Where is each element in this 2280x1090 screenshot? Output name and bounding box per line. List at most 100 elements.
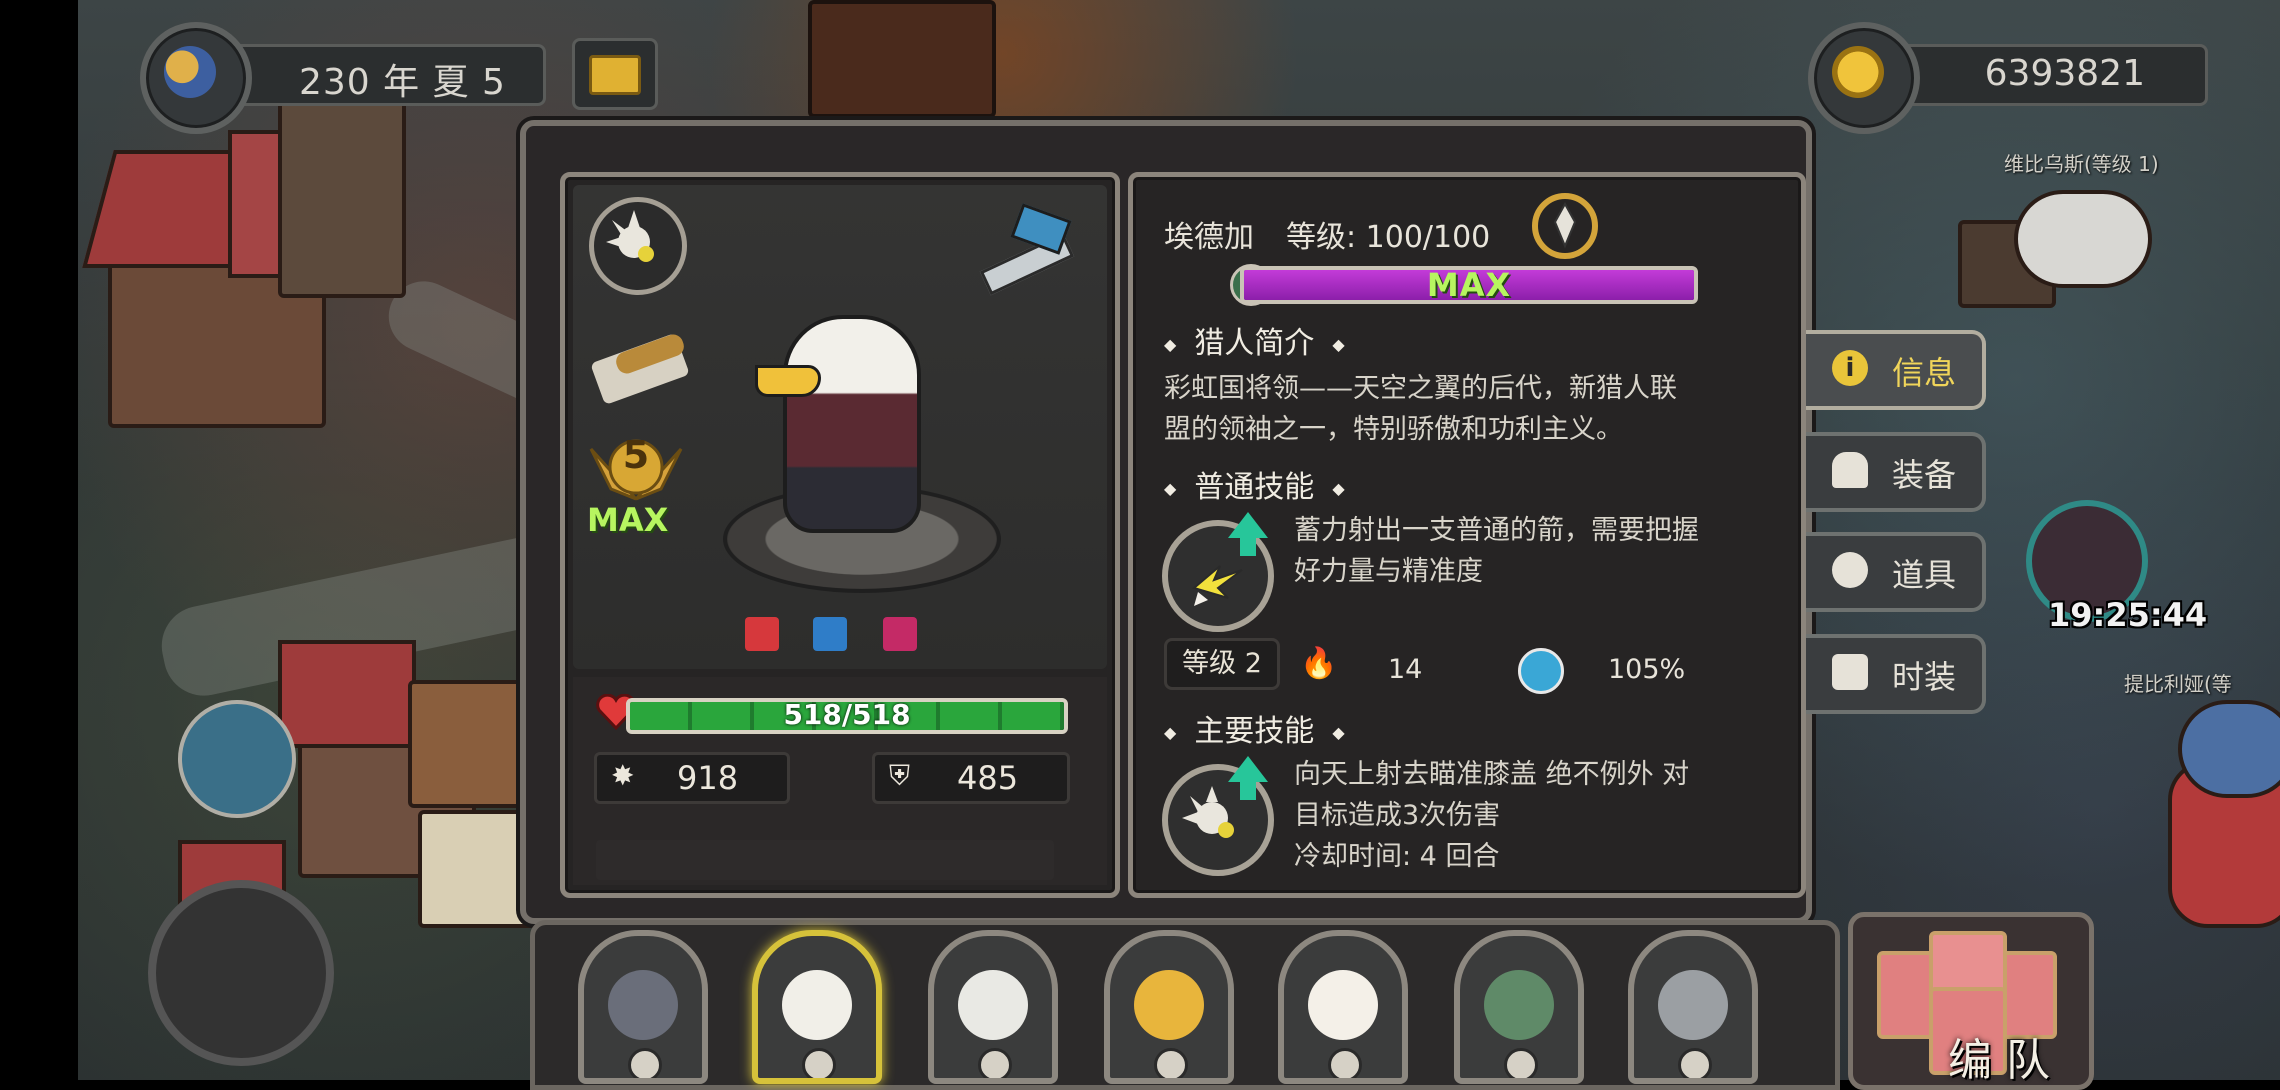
- shield-icon: ⛨: [889, 759, 911, 792]
- fire-icon: 🔥: [1300, 646, 1338, 681]
- skill-level-pill: 等级 2: [1164, 638, 1280, 690]
- tower-building: [278, 90, 406, 298]
- roster-hunter-leopard[interactable]: [1104, 930, 1234, 1084]
- skill-accuracy-value: 105%: [1608, 654, 1686, 685]
- gold-bar: 6393821: [1872, 44, 2208, 106]
- potion-icon: [1832, 552, 1868, 588]
- hunter-portrait: [1658, 970, 1728, 1040]
- scroll-telescope-icon[interactable]: [590, 329, 691, 406]
- class-badge-icon: [1678, 1048, 1712, 1078]
- level-max-label: MAX: [1426, 266, 1512, 304]
- star-level-number: 5: [622, 433, 650, 477]
- white-creature-figure: [2014, 190, 2152, 288]
- season-icon: [164, 46, 216, 98]
- roster-hunter-llama[interactable]: [1278, 930, 1408, 1084]
- crossbow-weapon-icon[interactable]: [975, 203, 1075, 301]
- hunter-portrait: [608, 970, 678, 1040]
- hunter-portrait: [1484, 970, 1554, 1040]
- info-icon: i: [1832, 350, 1868, 386]
- roster-hunter-elephant[interactable]: [1628, 930, 1758, 1084]
- defense-value: 485: [957, 759, 1019, 797]
- hunter-portrait: [1134, 970, 1204, 1040]
- roster-hunter-boar[interactable]: [578, 930, 708, 1084]
- element-water-icon[interactable]: [813, 617, 847, 651]
- defense-stat: ⛨ 485: [872, 752, 1070, 804]
- upgrade-arrow-icon: [1228, 512, 1268, 538]
- date-text: 230 年 夏 5: [299, 62, 506, 103]
- class-badge-icon: [628, 1048, 662, 1078]
- star-rank-badge: 5 MAX: [581, 429, 691, 549]
- bio-line: 彩虹国将领——天空之翼的后代，新猎人联: [1164, 373, 1677, 404]
- gold-medallion: [1808, 22, 1920, 134]
- main-skill-description: 向天上射去瞄准膝盖 绝不例外 对 目标造成3次伤害 冷却时间: 4 回合: [1294, 754, 1689, 877]
- forge-building: [808, 0, 996, 118]
- globe-building-button[interactable]: [178, 700, 296, 818]
- character-beak: [755, 365, 821, 397]
- hunter-name: 埃德加: [1164, 220, 1254, 255]
- empty-stat-row: [596, 840, 1054, 880]
- tab-info[interactable]: i 信息: [1806, 330, 1986, 410]
- star-max-label: MAX: [587, 501, 669, 539]
- skill-type-badge[interactable]: [589, 197, 687, 295]
- tab-label: 道具: [1892, 556, 1957, 594]
- level-progress-bar: MAX: [1240, 266, 1698, 304]
- class-badge-icon: [1504, 1048, 1538, 1078]
- tab-equipment[interactable]: 装备: [1806, 432, 1986, 512]
- tab-label: 时装: [1892, 658, 1957, 696]
- ticket-icon: [589, 55, 641, 95]
- hunter-portrait: [1308, 970, 1378, 1040]
- hunter-portrait: [782, 970, 852, 1040]
- upgrade-arrow-stem: [1240, 780, 1256, 800]
- element-curse-icon[interactable]: [883, 617, 917, 651]
- tab-label: 信息: [1892, 354, 1957, 392]
- skill-line: 冷却时间: 4 回合: [1294, 841, 1500, 872]
- main-skill-heading: 主要技能: [1164, 706, 1345, 750]
- npc-name-label: 维比乌斯(等级 1): [2004, 152, 2159, 176]
- gold-amount: 6393821: [1984, 53, 2145, 94]
- upgrade-arrow-stem: [1240, 536, 1256, 556]
- upgrade-arrow-icon: [1228, 756, 1268, 782]
- calendar-button[interactable]: [572, 38, 658, 110]
- roster-hunter-eagle[interactable]: [752, 930, 882, 1084]
- attack-value: 918: [677, 759, 739, 797]
- attack-icon: ✸: [611, 759, 635, 792]
- season-medallion[interactable]: [140, 22, 252, 134]
- roster-hunter-bear[interactable]: [928, 930, 1058, 1084]
- class-badge-icon: [1154, 1048, 1188, 1078]
- element-fire-icon[interactable]: [745, 617, 779, 651]
- event-timer: 19:25:44: [2048, 596, 2208, 634]
- laurel-rank-icon: [1528, 192, 1602, 262]
- normal-skill-description: 蓄力射出一支普通的箭，需要把握 好力量与精准度: [1294, 510, 1699, 592]
- hunter-portrait: [958, 970, 1028, 1040]
- hp-bar: 518/518: [626, 698, 1068, 734]
- tab-costume[interactable]: 时装: [1806, 634, 1986, 714]
- home-building-button[interactable]: [148, 880, 334, 1066]
- class-badge-icon: [1328, 1048, 1362, 1078]
- skill-fire-value: 14: [1388, 654, 1423, 685]
- team-button-label: 编 队: [1948, 1035, 2050, 1086]
- npc-name-label: 提比利娅(等: [2124, 672, 2232, 696]
- tab-label: 装备: [1892, 456, 1957, 494]
- class-badge-icon: [978, 1048, 1012, 1078]
- tab-items[interactable]: 道具: [1806, 532, 1986, 612]
- house-building: [408, 680, 526, 808]
- normal-skill-heading: 普通技能: [1164, 462, 1345, 506]
- eagle-hunter-character: [783, 315, 921, 533]
- claw-icon: [606, 210, 654, 262]
- accuracy-icon: [1518, 648, 1564, 694]
- bio-text: 彩虹国将领——天空之翼的后代，新猎人联 盟的领袖之一，特别骄傲和功利主义。: [1164, 368, 1677, 450]
- house-roof: [278, 640, 416, 748]
- bio-line: 盟的领袖之一，特别骄傲和功利主义。: [1164, 414, 1623, 445]
- skill-line: 蓄力射出一支普通的箭，需要把握: [1294, 515, 1699, 546]
- bio-heading: 猎人简介: [1164, 318, 1345, 362]
- helmet-icon: [1832, 452, 1868, 488]
- skill-line: 向天上射去瞄准膝盖 绝不例外 对: [1294, 759, 1690, 790]
- coin-icon: [1832, 46, 1884, 98]
- date-bar: 230 年 夏 5: [210, 44, 546, 106]
- skill-line: 目标造成3次伤害: [1294, 800, 1501, 831]
- class-badge-icon: [802, 1048, 836, 1078]
- hunter-level: 等级: 100/100: [1286, 220, 1491, 255]
- hp-text: 518/518: [783, 698, 911, 731]
- roster-hunter-crocodile[interactable]: [1454, 930, 1584, 1084]
- shirt-icon: [1832, 654, 1868, 690]
